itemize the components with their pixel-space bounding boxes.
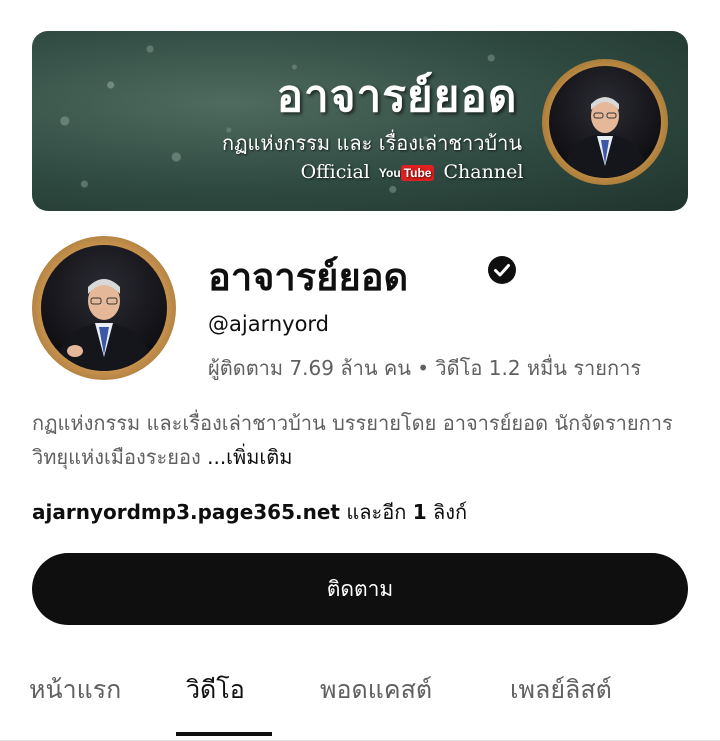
channel-description[interactable]: กฏแห่งกรรม และเรื่องเล่าชาวบ้าน บรรยายโด… <box>32 406 696 474</box>
tab-videos[interactable]: วิดีโอ <box>186 670 245 710</box>
channel-links-more-count: 1 <box>412 500 427 524</box>
banner-channel-label: Channel <box>443 161 524 183</box>
banner-title: อาจารย์ยอด <box>276 71 518 122</box>
active-tab-indicator <box>176 732 272 736</box>
banner-channel-line: Official You Tube Channel <box>282 161 542 183</box>
banner-subtitle: กฏแห่งกรรม และ เรื่องเล่าชาวบ้าน <box>221 131 523 155</box>
channel-stats[interactable]: ผู้ติดตาม 7.69 ล้าน คน • วิดีโอ 1.2 หมื่… <box>208 352 678 384</box>
channel-avatar[interactable] <box>32 236 176 380</box>
channel-link-url[interactable]: ajarnyordmp3.page365.net <box>32 500 340 524</box>
channel-name: อาจารย์ยอด <box>208 255 409 299</box>
channel-banner: อาจารย์ยอด กฏแห่งกรรม และ เรื่องเล่าชาวบ… <box>32 31 688 211</box>
channel-links-more-prefix: และอีก <box>346 500 407 524</box>
verified-check-icon <box>488 256 516 284</box>
description-more-link[interactable]: ...เพิ่มเติม <box>207 445 292 469</box>
channel-links[interactable]: ajarnyordmp3.page365.net และอีก 1 ลิงก์ <box>32 496 467 528</box>
description-text: กฏแห่งกรรม และเรื่องเล่าชาวบ้าน บรรยายโด… <box>32 411 673 469</box>
channel-tabs: หน้าแรก วิดีโอ พอดแคสต์ เพลย์ลิสต์ <box>0 650 720 741</box>
channel-links-more-suffix: ลิงก์ <box>433 500 468 524</box>
banner-official-label: Official <box>300 161 370 183</box>
subscribe-button[interactable]: ติดตาม <box>32 553 688 625</box>
tab-podcasts[interactable]: พอดแคสต์ <box>320 670 432 710</box>
channel-page: อาจารย์ยอด กฏแห่งกรรม และ เรื่องเล่าชาวบ… <box>0 0 720 741</box>
banner-portrait-image <box>542 59 668 185</box>
tab-home[interactable]: หน้าแรก <box>29 670 121 710</box>
tab-playlists[interactable]: เพลย์ลิสต์ <box>510 670 612 710</box>
youtube-logo-icon: You Tube <box>379 165 435 181</box>
channel-handle: @ajarnyord <box>208 312 330 336</box>
